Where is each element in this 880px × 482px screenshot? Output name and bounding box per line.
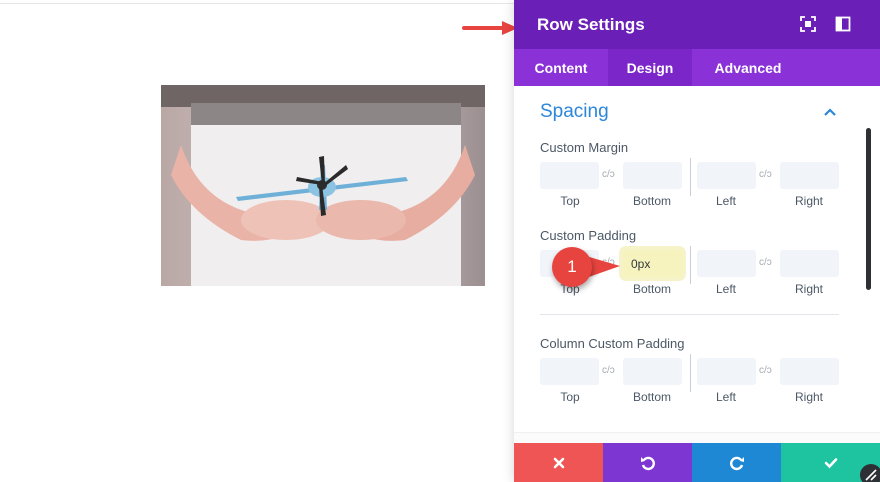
scrollbar-thumb[interactable] <box>866 128 871 290</box>
column-padding-top-label: Top <box>560 390 580 404</box>
custom-padding-label: Custom Padding <box>540 228 637 243</box>
column-padding-right-input[interactable] <box>780 358 839 385</box>
link-icon[interactable]: c/ɔ <box>759 365 772 376</box>
column-padding-left-input[interactable] <box>697 358 756 385</box>
field-divider <box>690 246 691 284</box>
column-padding-top-input[interactable] <box>540 358 599 385</box>
chevron-up-icon[interactable] <box>824 108 836 116</box>
marker-number: 1 <box>567 257 577 276</box>
top-divider <box>0 0 514 4</box>
margin-top-input[interactable] <box>540 162 599 189</box>
margin-left-label: Left <box>715 194 736 208</box>
link-icon[interactable]: c/ɔ <box>602 365 615 376</box>
tab-advanced[interactable]: Advanced <box>692 49 804 86</box>
padding-left-input[interactable] <box>697 250 756 277</box>
sidebar-icon[interactable] <box>835 16 851 32</box>
section-divider <box>540 314 839 315</box>
redo-icon <box>729 456 744 470</box>
tab-design[interactable]: Design <box>608 49 692 86</box>
resize-handle-icon[interactable] <box>858 462 880 482</box>
field-divider <box>690 354 691 392</box>
footer-gap <box>514 432 880 443</box>
check-icon <box>824 457 837 468</box>
margin-right-input[interactable] <box>780 162 839 189</box>
panel-footer <box>514 443 880 482</box>
column-padding-bottom-label: Bottom <box>632 390 671 404</box>
panel-title: Row Settings <box>537 14 645 34</box>
column-padding-bottom-input[interactable] <box>623 358 682 385</box>
padding-right-label: Right <box>794 282 823 296</box>
column-custom-padding-label: Column Custom Padding <box>540 336 685 351</box>
panel-header: Row Settings <box>514 0 880 49</box>
link-icon[interactable]: c/ɔ <box>602 169 615 180</box>
padding-right-input[interactable] <box>780 250 839 277</box>
margin-bottom-input[interactable] <box>623 162 682 189</box>
margin-bottom-label: Bottom <box>632 194 671 208</box>
close-icon <box>553 457 564 468</box>
column-padding-right-label: Right <box>794 390 823 404</box>
padding-bottom-label: Bottom <box>632 282 671 296</box>
hero-image <box>161 85 485 286</box>
link-icon[interactable]: c/ɔ <box>759 257 772 268</box>
padding-left-label: Left <box>715 282 736 296</box>
builder-canvas: Row Settings Content Design Advanced Spa… <box>0 0 880 482</box>
margin-right-label: Right <box>794 194 823 208</box>
field-divider <box>690 158 691 196</box>
row-settings-panel: Row Settings Content Design Advanced Spa… <box>514 0 880 482</box>
tab-bar: Content Design Advanced <box>514 49 880 86</box>
undo-icon <box>640 456 655 470</box>
redo-button[interactable] <box>692 443 781 482</box>
undo-button[interactable] <box>603 443 692 482</box>
focus-icon[interactable] <box>800 16 816 32</box>
annotation-marker: 1 <box>552 247 592 287</box>
column-padding-left-label: Left <box>715 390 736 404</box>
tab-content[interactable]: Content <box>514 49 608 86</box>
link-icon[interactable]: c/ɔ <box>759 169 772 180</box>
custom-margin-label: Custom Margin <box>540 140 629 155</box>
padding-bottom-input[interactable]: 0px <box>623 250 682 277</box>
pointer-arrow-icon <box>462 21 518 35</box>
section-title[interactable]: Spacing <box>540 101 609 123</box>
margin-top-label: Top <box>560 194 580 208</box>
margin-left-input[interactable] <box>697 162 756 189</box>
discard-button[interactable] <box>514 443 603 482</box>
